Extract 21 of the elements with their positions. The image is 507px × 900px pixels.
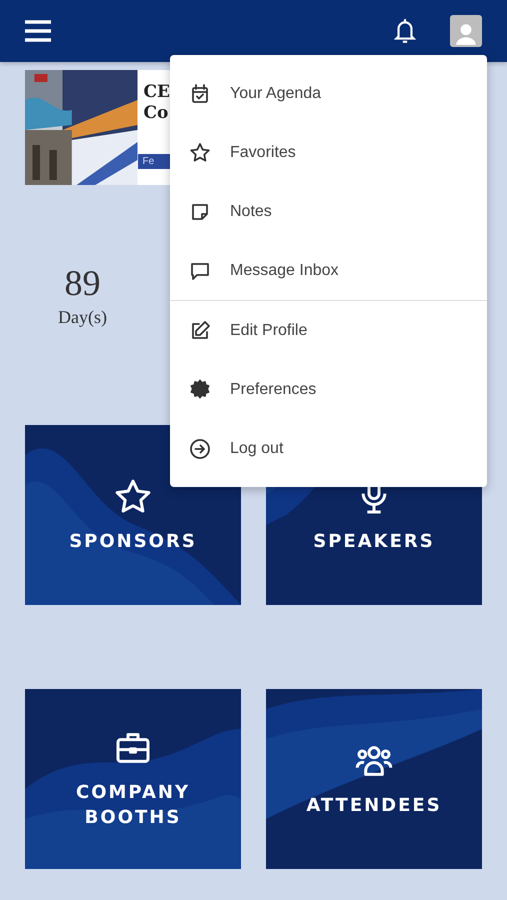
category-tile[interactable]: COMPANY BOOTHS — [25, 689, 241, 869]
menu-icon[interactable] — [25, 20, 51, 42]
tile-label: ATTENDEES — [306, 794, 442, 818]
countdown-number: 89 — [64, 263, 102, 303]
menu-item[interactable]: Preferences — [170, 360, 487, 419]
banner-date: Fe — [138, 154, 170, 169]
star-icon — [188, 140, 212, 164]
category-tile[interactable]: ATTENDEES — [266, 689, 482, 869]
bell-icon[interactable] — [392, 17, 418, 45]
banner-title: CE Co — [142, 82, 170, 124]
tile-label: COMPANY BOOTHS — [76, 781, 190, 830]
tile-label: SPONSORS — [69, 530, 197, 554]
countdown-unit: Day(s) — [57, 307, 108, 328]
menu-item[interactable]: Message Inbox — [170, 241, 487, 300]
menu-item[interactable]: Favorites — [170, 123, 487, 182]
menu-item[interactable]: Notes — [170, 182, 487, 241]
tile-label: SPEAKERS — [313, 530, 435, 554]
event-banner[interactable]: CE Co Fe — [25, 70, 170, 185]
menu-item[interactable]: Edit Profile — [170, 301, 487, 360]
menu-item[interactable]: Your Agenda — [170, 64, 487, 123]
logout-icon — [188, 436, 212, 460]
